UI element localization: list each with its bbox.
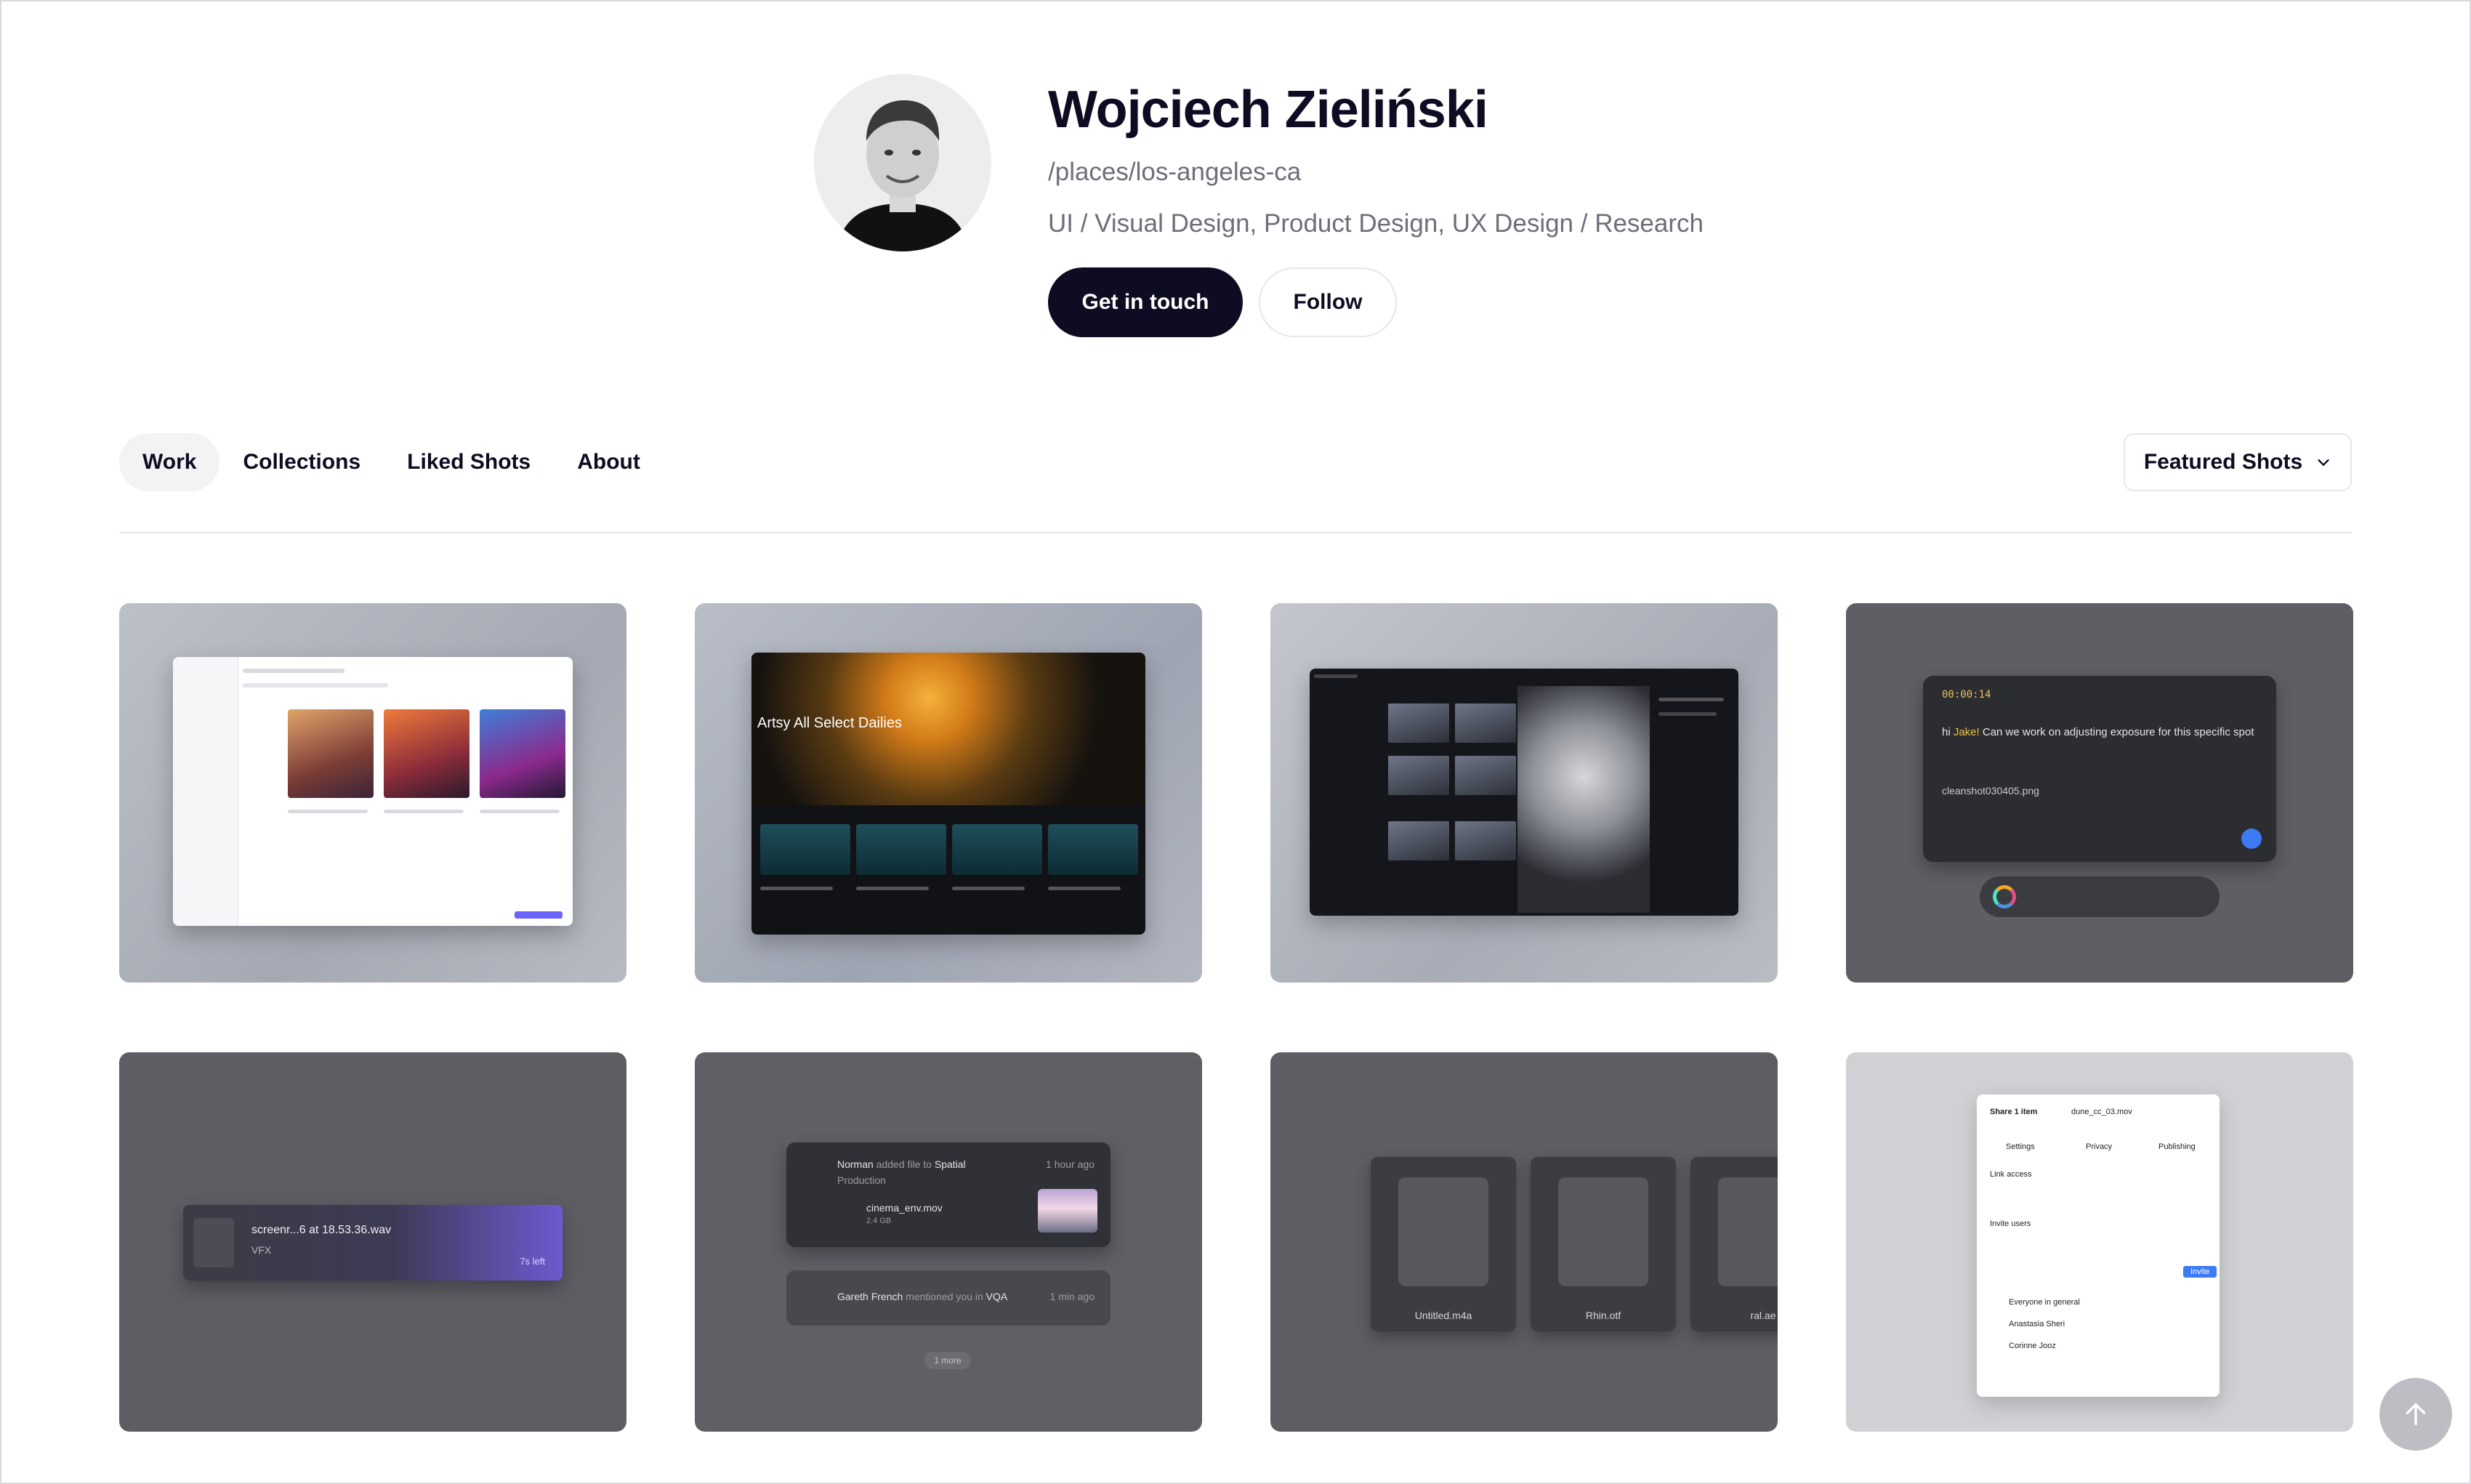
avatar[interactable] xyxy=(814,74,991,251)
shot-card[interactable]: Untitled.m4a Rhin.otf ral.ae xyxy=(1270,1052,1778,1432)
shot-preview xyxy=(1310,669,1738,916)
notification-card: Norman added file to Spatial 1 hour ago … xyxy=(786,1142,1110,1247)
upload-filename: screenr...6 at 18.53.36.wav xyxy=(251,1224,392,1236)
shot-card[interactable]: 00:00:14 hi Jake! Can we work on adjusti… xyxy=(1846,603,2353,983)
annotation-toolbar xyxy=(1980,876,2220,917)
follow-button[interactable]: Follow xyxy=(1259,267,1397,337)
chevron-down-icon xyxy=(2318,459,2329,467)
divider xyxy=(119,532,2352,533)
color-picker-icon xyxy=(1993,885,2016,908)
audio-file-icon xyxy=(193,1218,234,1267)
shot-card[interactable]: screenr...6 at 18.53.36.wav VFX 7s left xyxy=(119,1052,626,1432)
shot-card[interactable]: Norman added file to Spatial 1 hour ago … xyxy=(695,1052,1202,1432)
share-modal-preview: Share 1 item dune_cc_03.mov Settings Pri… xyxy=(1977,1094,2220,1397)
thumbnail xyxy=(1038,1189,1097,1233)
shot-preview: Artsy All Select Dailies xyxy=(751,653,1145,935)
profile-header: Wojciech Zieliński /places/los-angeles-c… xyxy=(814,74,1704,337)
attachment-name: cleanshot030405.png xyxy=(1942,785,2039,797)
profile-skills: UI / Visual Design, Product Design, UX D… xyxy=(1048,209,1704,238)
file-tile: Rhin.otf xyxy=(1531,1157,1676,1331)
tab-work[interactable]: Work xyxy=(119,433,220,491)
get-in-touch-button[interactable]: Get in touch xyxy=(1048,267,1243,337)
file-tile: ral.ae xyxy=(1690,1157,1778,1331)
shot-card[interactable] xyxy=(119,603,626,983)
upload-time-left: 7s left xyxy=(520,1256,545,1267)
shot-card[interactable] xyxy=(1270,603,1778,983)
more-badge: 1 more xyxy=(924,1352,971,1369)
upload-card: screenr...6 at 18.53.36.wav VFX 7s left xyxy=(183,1205,563,1281)
tab-about[interactable]: About xyxy=(554,433,664,491)
file-tile: Untitled.m4a xyxy=(1371,1157,1516,1331)
profile-location[interactable]: /places/los-angeles-ca xyxy=(1048,158,1301,187)
featured-shots-dropdown[interactable]: Featured Shots xyxy=(2124,433,2352,491)
scroll-to-top-button[interactable] xyxy=(2379,1378,2452,1451)
arrow-up-icon xyxy=(2406,1403,2426,1425)
comment-text: hi Jake! Can we work on adjusting exposu… xyxy=(1942,726,2254,738)
profile-name: Wojciech Zieliński xyxy=(1048,81,1488,139)
send-icon xyxy=(2241,828,2262,849)
notification-card: Gareth French mentioned you in VQA 1 min… xyxy=(786,1270,1110,1326)
comment-panel: 00:00:14 hi Jake! Can we work on adjusti… xyxy=(1923,676,2276,862)
timecode: 00:00:14 xyxy=(1942,689,1991,701)
shot-preview-title: Artsy All Select Dailies xyxy=(757,715,902,731)
profile-tabs: Work Collections Liked Shots About xyxy=(119,433,664,491)
shot-card[interactable]: Share 1 item dune_cc_03.mov Settings Pri… xyxy=(1846,1052,2353,1432)
shot-preview xyxy=(173,657,573,926)
tab-liked-shots[interactable]: Liked Shots xyxy=(384,433,554,491)
tab-collections[interactable]: Collections xyxy=(219,433,384,491)
dropdown-label: Featured Shots xyxy=(2143,450,2303,474)
upload-folder: VFX xyxy=(251,1244,272,1256)
shot-card[interactable]: Artsy All Select Dailies xyxy=(695,603,1202,983)
